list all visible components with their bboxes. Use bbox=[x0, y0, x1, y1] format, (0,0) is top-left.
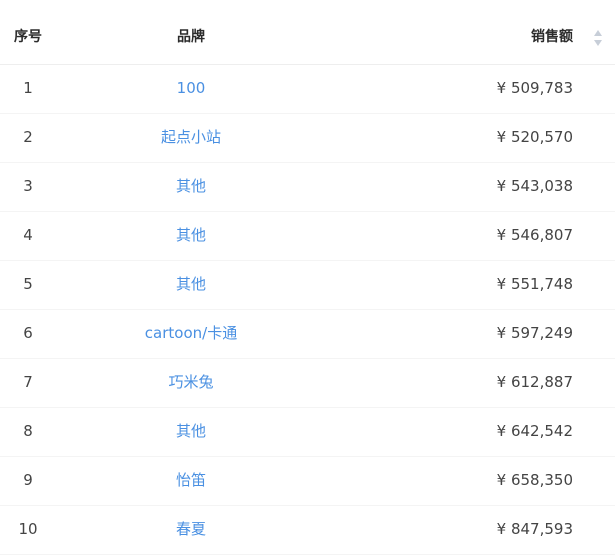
table-row: 6 cartoon/卡通 ¥ 597,249 bbox=[0, 310, 615, 359]
sort-arrows-icon[interactable] bbox=[593, 29, 603, 47]
row-index: 5 bbox=[23, 275, 33, 293]
sales-value: ¥ 597,249 bbox=[496, 324, 573, 342]
table-row: 4 其他 ¥ 546,807 bbox=[0, 212, 615, 261]
table-row: 2 起点小站 ¥ 520,570 bbox=[0, 114, 615, 163]
row-index: 4 bbox=[23, 226, 33, 244]
sales-value: ¥ 612,887 bbox=[496, 373, 573, 391]
sales-value: ¥ 551,748 bbox=[496, 275, 573, 293]
table-row: 9 怡笛 ¥ 658,350 bbox=[0, 457, 615, 506]
table-row: 3 其他 ¥ 543,038 bbox=[0, 163, 615, 212]
row-index: 6 bbox=[23, 324, 33, 342]
brand-link[interactable]: 其他 bbox=[100, 420, 282, 442]
brand-link[interactable]: 100 bbox=[100, 77, 282, 99]
header-index: 序号 bbox=[14, 29, 42, 45]
header-sales[interactable]: 销售额 bbox=[413, 27, 573, 47]
brand-link[interactable]: 其他 bbox=[100, 224, 282, 246]
brand-link[interactable]: 其他 bbox=[100, 175, 282, 197]
row-index: 10 bbox=[18, 520, 38, 538]
table-row: 10 春夏 ¥ 847,593 bbox=[0, 506, 615, 555]
row-index: 9 bbox=[23, 471, 33, 489]
row-index: 1 bbox=[23, 79, 33, 97]
sales-value: ¥ 847,593 bbox=[496, 520, 573, 538]
table-row: 1 100 ¥ 509,783 bbox=[0, 65, 615, 114]
sales-value: ¥ 658,350 bbox=[496, 471, 573, 489]
sales-table: 序号 品牌 销售额 1 100 ¥ 509,783 2 起点小站 ¥ 520,5… bbox=[0, 0, 615, 555]
brand-link[interactable]: cartoon/卡通 bbox=[100, 322, 282, 344]
table-row: 5 其他 ¥ 551,748 bbox=[0, 261, 615, 310]
brand-link[interactable]: 怡笛 bbox=[100, 469, 282, 491]
row-index: 2 bbox=[23, 128, 33, 146]
sales-value: ¥ 546,807 bbox=[496, 226, 573, 244]
row-index: 3 bbox=[23, 177, 33, 195]
brand-link[interactable]: 起点小站 bbox=[100, 126, 282, 148]
table-header: 序号 品牌 销售额 bbox=[0, 0, 615, 65]
brand-link[interactable]: 春夏 bbox=[100, 518, 282, 540]
sales-value: ¥ 509,783 bbox=[496, 79, 573, 97]
header-brand: 品牌 bbox=[177, 29, 205, 45]
sales-value: ¥ 642,542 bbox=[496, 422, 573, 440]
brand-link[interactable]: 其他 bbox=[100, 273, 282, 295]
table-row: 8 其他 ¥ 642,542 bbox=[0, 408, 615, 457]
sales-value: ¥ 520,570 bbox=[496, 128, 573, 146]
row-index: 7 bbox=[23, 373, 33, 391]
row-index: 8 bbox=[23, 422, 33, 440]
sales-value: ¥ 543,038 bbox=[496, 177, 573, 195]
brand-link[interactable]: 巧米兔 bbox=[100, 371, 282, 393]
table-row: 7 巧米兔 ¥ 612,887 bbox=[0, 359, 615, 408]
